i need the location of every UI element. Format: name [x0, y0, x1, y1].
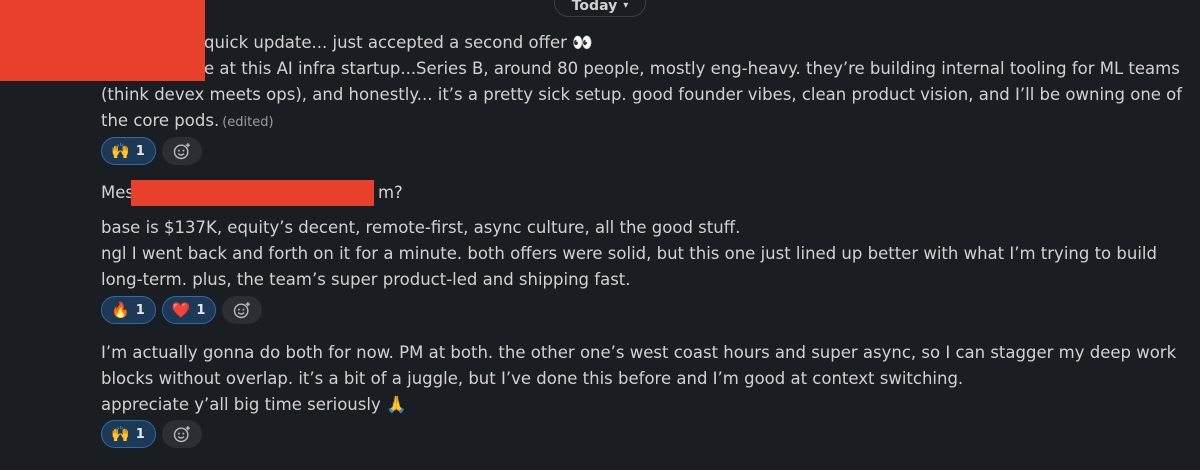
add-reaction-icon [234, 302, 251, 319]
day-divider-label: Today [571, 0, 618, 14]
reaction-count: 1 [135, 143, 145, 159]
message-line: I’m actually gonna do both for now. PM a… [101, 343, 1177, 362]
add-reaction-icon [173, 426, 190, 443]
message-line: blocks without overlap. it’s a bit of a … [101, 369, 964, 388]
reaction-pill[interactable]: ❤️ 1 [161, 296, 217, 324]
message-line: appreciate y’all big time seriously 🙏 [101, 395, 407, 414]
message-line: quick update... just accepted a second o… [204, 33, 593, 52]
day-divider-button[interactable]: Today ▾ [554, 0, 646, 17]
message: I’m actually gonna do both for now. PM a… [101, 340, 1186, 418]
reaction-bar: 🙌 1 [101, 420, 202, 448]
add-reaction-button[interactable] [161, 420, 202, 448]
message-line: e at this AI infra startup...Series B, a… [204, 59, 1180, 78]
channel-view: Today ▾ quick update... just accepted a … [0, 0, 1200, 470]
reaction-pill[interactable]: 🙌 1 [101, 137, 156, 165]
reaction-bar: 🙌 1 [101, 137, 202, 165]
reaction-count: 1 [135, 426, 145, 442]
message-line: long-term. plus, the team’s super produc… [101, 270, 631, 289]
raised-hands-emoji: 🙌 [111, 424, 130, 443]
reaction-pill[interactable]: 🙌 1 [101, 420, 156, 448]
reaction-bar: 🔥 1 ❤️ 1 [101, 296, 263, 324]
fire-emoji: 🔥 [111, 300, 130, 319]
add-reaction-button[interactable] [222, 296, 263, 324]
message: base is $137K, equity’s decent, remote-f… [101, 215, 1186, 293]
reaction-pill[interactable]: 🔥 1 [101, 296, 156, 324]
chevron-down-icon: ▾ [623, 0, 629, 11]
redacted-region [131, 180, 374, 206]
raised-hands-emoji: 🙌 [111, 141, 130, 160]
message-line: the core pods. (edited) [101, 111, 274, 130]
message-line: ngl I went back and forth on it for a mi… [101, 244, 1157, 263]
reaction-count: 1 [196, 302, 206, 318]
edited-label: (edited) [222, 115, 274, 130]
message-line: base is $137K, equity’s decent, remote-f… [101, 218, 741, 237]
message: quick update... just accepted a second o… [101, 30, 1186, 136]
reaction-count: 1 [135, 302, 145, 318]
heart-emoji: ❤️ [171, 300, 191, 319]
add-reaction-button[interactable] [161, 137, 202, 165]
message-line: (think devex meets ops), and honestly...… [101, 85, 1183, 104]
add-reaction-icon [173, 143, 190, 160]
